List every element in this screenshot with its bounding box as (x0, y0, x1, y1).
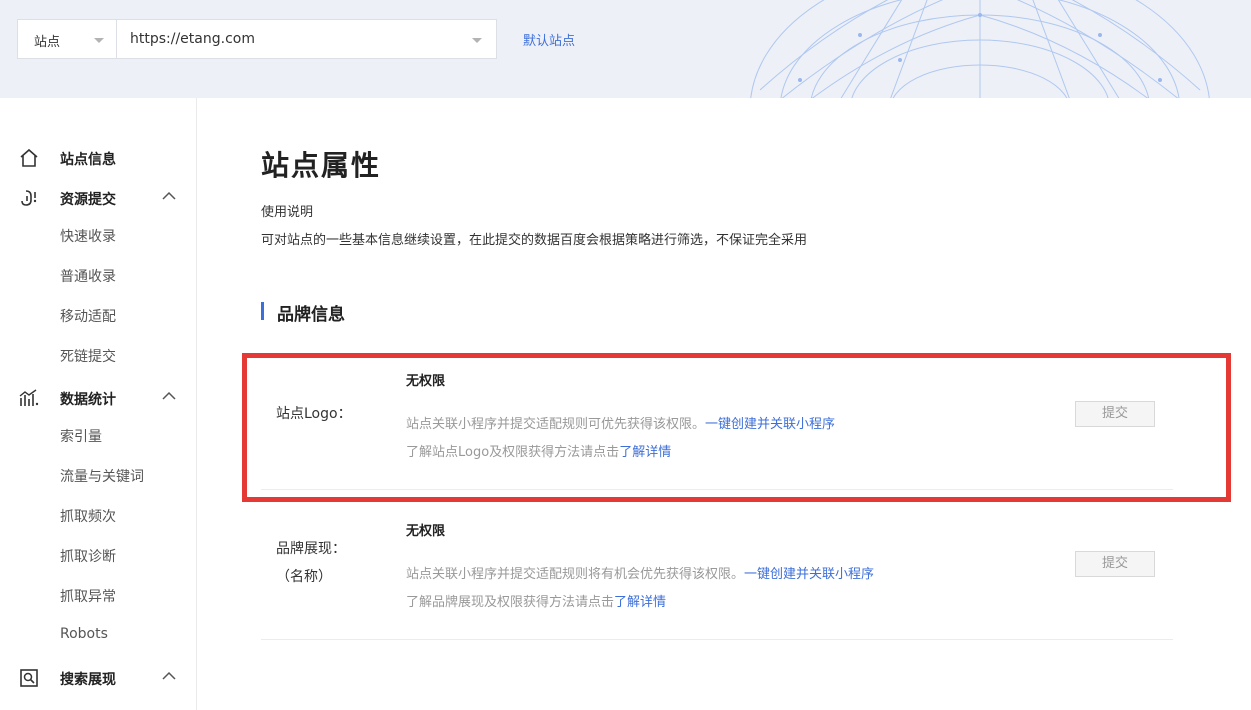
chevron-up-icon (162, 671, 176, 680)
sidebar-item-normal-index[interactable]: 普通收录 (60, 266, 116, 286)
permission-status: 无权限 (406, 374, 446, 389)
chart-icon (19, 389, 39, 406)
sidebar-item-mobile-adapt[interactable]: 移动适配 (60, 306, 116, 326)
row-label-sub: （名称） (276, 569, 332, 585)
row-hint-line: 站点关联小程序并提交适配规则将有机会优先获得该权限。一键创建并关联小程序 (406, 563, 874, 582)
detail-text: 了解品牌展现及权限获得方法请点击 (406, 595, 615, 610)
site-type-select[interactable]: 站点 (17, 19, 116, 59)
site-type-value: 站点 (34, 35, 61, 50)
sidebar-group-label: 资源提交 (60, 192, 116, 208)
row-label: 品牌展现： (276, 541, 346, 557)
sidebar-group-data-stats[interactable]: 数据统计 (0, 382, 197, 412)
sidebar-item-crawl-frequency[interactable]: 抓取频次 (60, 506, 116, 526)
sidebar-group-search-display[interactable]: 搜索展现 (0, 662, 197, 692)
usage-description: 可对站点的一些基本信息继续设置，在此提交的数据百度会根据策略进行筛选，不保证完全… (261, 233, 808, 248)
sidebar-item-site-info[interactable]: 站点信息 (0, 142, 197, 172)
learn-more-link[interactable]: 了解详情 (619, 445, 671, 460)
chevron-up-icon (162, 191, 176, 200)
hint-text: 站点关联小程序并提交适配规则将有机会优先获得该权限。 (406, 567, 745, 582)
site-url-value: https://etang.com (130, 31, 255, 47)
sidebar-group-label: 搜索展现 (60, 672, 116, 688)
chevron-down-icon (94, 38, 104, 43)
globe-decoration (750, 0, 1210, 98)
site-url-select[interactable]: https://etang.com (116, 19, 497, 59)
sidebar-item-label: 站点信息 (60, 152, 116, 168)
create-miniprogram-link[interactable]: 一键创建并关联小程序 (744, 567, 874, 582)
detail-text: 了解站点Logo及权限获得方法请点击 (406, 445, 620, 460)
home-icon (20, 148, 38, 167)
row-label: 站点Logo： (276, 406, 352, 422)
brand-row-display: 品牌展现： （名称） 无权限 站点关联小程序并提交适配规则将有机会优先获得该权限… (261, 490, 1173, 640)
search-display-icon (20, 669, 38, 687)
create-miniprogram-link[interactable]: 一键创建并关联小程序 (705, 417, 835, 432)
sidebar-item-crawl-diagnosis[interactable]: 抓取诊断 (60, 546, 116, 566)
chevron-down-icon (472, 38, 482, 43)
top-bar: 站点 https://etang.com 默认站点 (0, 0, 1251, 98)
brand-row-logo: 站点Logo： 无权限 站点关联小程序并提交适配规则可优先获得该权限。一键创建并… (261, 340, 1173, 490)
sidebar: 站点信息 资源提交 快速收录 普通收录 移动适配 死链提交 数据统计 索引量 流… (0, 98, 197, 710)
sidebar-group-label: 数据统计 (60, 392, 116, 408)
page-title: 站点属性 (261, 149, 382, 182)
sidebar-item-fast-index[interactable]: 快速收录 (60, 226, 116, 246)
row-hint-line: 站点关联小程序并提交适配规则可优先获得该权限。一键创建并关联小程序 (406, 413, 835, 432)
permission-status: 无权限 (406, 524, 446, 539)
hint-text: 站点关联小程序并提交适配规则可优先获得该权限。 (406, 417, 706, 432)
learn-more-link[interactable]: 了解详情 (614, 595, 666, 610)
row-detail-line: 了解站点Logo及权限获得方法请点击了解详情 (406, 441, 671, 460)
row-detail-line: 了解品牌展现及权限获得方法请点击了解详情 (406, 591, 666, 610)
submit-button[interactable]: 提交 (1075, 401, 1155, 427)
usage-label: 使用说明 (261, 205, 314, 220)
sidebar-item-traffic-keywords[interactable]: 流量与关键词 (60, 466, 144, 486)
section-accent-bar (261, 302, 264, 320)
sidebar-item-robots[interactable]: Robots (60, 626, 108, 642)
chevron-up-icon (162, 391, 176, 400)
default-site-link[interactable]: 默认站点 (523, 30, 575, 49)
sidebar-group-resource-submit[interactable]: 资源提交 (0, 182, 197, 212)
sidebar-item-index-count[interactable]: 索引量 (60, 426, 102, 446)
sidebar-item-dead-link[interactable]: 死链提交 (60, 346, 116, 366)
submit-button[interactable]: 提交 (1075, 551, 1155, 577)
section-title: 品牌信息 (277, 305, 345, 325)
link-submit-icon (21, 190, 37, 206)
sidebar-item-crawl-errors[interactable]: 抓取异常 (60, 586, 116, 606)
